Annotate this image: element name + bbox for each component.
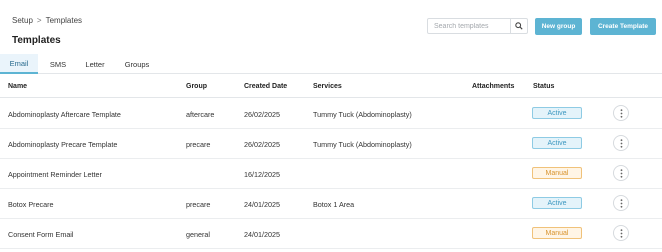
breadcrumb-current: Templates (45, 16, 83, 25)
column-header-status[interactable]: Status (533, 83, 554, 90)
breadcrumb: Setup > Templates (12, 16, 82, 25)
breadcrumb-separator: > (36, 16, 42, 25)
search-input[interactable] (428, 19, 510, 33)
template-created-date: 26/02/2025 (244, 140, 280, 149)
template-created-date: 26/02/2025 (244, 110, 280, 119)
status-badge: Active (532, 137, 582, 149)
table-row[interactable]: Consent Form Email general 24/01/2025 Ma… (0, 219, 662, 249)
status-badge: Manual (532, 167, 582, 179)
column-header-name[interactable]: Name (8, 83, 27, 90)
table-row[interactable]: Appointment Reminder Letter 16/12/2025 M… (0, 159, 662, 189)
column-header-services[interactable]: Services (313, 83, 342, 90)
page-title: Templates (12, 35, 61, 46)
template-created-date: 24/01/2025 (244, 230, 280, 239)
table-row[interactable]: Abdominoplasty Precare Template precare … (0, 129, 662, 159)
template-group: precare (186, 140, 211, 149)
status-badge: Active (532, 197, 582, 209)
create-template-button[interactable]: Create Template (590, 18, 656, 35)
column-header-created-date[interactable]: Created Date (244, 83, 287, 90)
kebab-menu-icon (620, 168, 622, 178)
breadcrumb-setup[interactable]: Setup (12, 16, 33, 25)
row-menu-button[interactable] (613, 135, 629, 151)
row-menu-button[interactable] (613, 105, 629, 121)
table-row[interactable]: Abdominoplasty Aftercare Template afterc… (0, 99, 662, 129)
template-services: Tummy Tuck (Abdominoplasty) (313, 140, 412, 149)
search-button[interactable] (510, 19, 527, 33)
tab-sms[interactable]: SMS (43, 54, 73, 74)
template-services: Tummy Tuck (Abdominoplasty) (313, 110, 412, 119)
search-icon (515, 22, 523, 30)
template-name: Abdominoplasty Aftercare Template (8, 110, 121, 119)
tab-bar: Email SMS Letter Groups (0, 54, 662, 74)
template-name: Botox Precare (8, 200, 54, 209)
tab-groups[interactable]: Groups (118, 54, 156, 74)
kebab-menu-icon (620, 138, 622, 148)
row-menu-button[interactable] (613, 195, 629, 211)
template-group: aftercare (186, 110, 215, 119)
template-group: precare (186, 200, 211, 209)
kebab-menu-icon (620, 198, 622, 208)
column-header-attachments[interactable]: Attachments (472, 83, 514, 90)
status-badge: Manual (532, 227, 582, 239)
tab-letter[interactable]: Letter (80, 54, 110, 74)
search-box (427, 18, 528, 34)
template-group: general (186, 230, 210, 239)
tab-email[interactable]: Email (0, 54, 38, 74)
template-name: Abdominoplasty Precare Template (8, 140, 118, 149)
kebab-menu-icon (620, 228, 622, 238)
column-header-group[interactable]: Group (186, 83, 207, 90)
template-services: Botox 1 Area (313, 200, 355, 209)
row-menu-button[interactable] (613, 165, 629, 181)
template-created-date: 24/01/2025 (244, 200, 280, 209)
row-menu-button[interactable] (613, 225, 629, 241)
status-badge: Active (532, 107, 582, 119)
table-header: Name Group Created Date Services Attachm… (0, 75, 662, 98)
kebab-menu-icon (620, 108, 622, 118)
new-group-button[interactable]: New group (535, 18, 582, 35)
template-created-date: 16/12/2025 (244, 170, 280, 179)
template-name: Appointment Reminder Letter (8, 170, 102, 179)
table-row[interactable]: Botox Precare precare 24/01/2025 Botox 1… (0, 189, 662, 219)
template-name: Consent Form Email (8, 230, 74, 239)
